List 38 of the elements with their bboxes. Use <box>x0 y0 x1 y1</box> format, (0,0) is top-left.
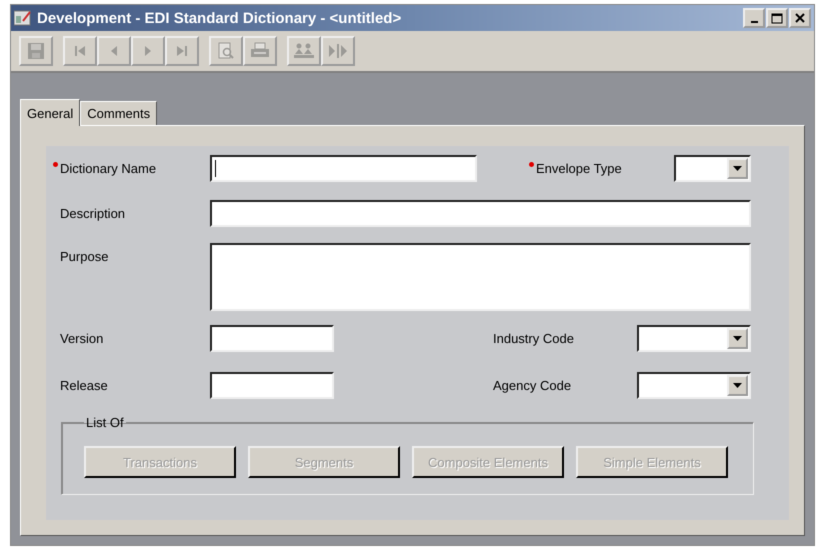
field-label: Release <box>60 378 108 393</box>
tab[interactable]: General <box>20 99 80 126</box>
window-title: Development - EDI Standard Dictionary - <untitled> <box>37 10 402 26</box>
tab[interactable]: Comments <box>80 101 158 125</box>
maximize-button[interactable] <box>766 8 788 28</box>
dropdown-arrow-icon <box>733 166 742 171</box>
dropdown-field[interactable] <box>637 325 751 352</box>
printer-icon <box>250 42 270 60</box>
dropdown-arrow-icon <box>733 336 742 341</box>
release-field[interactable] <box>210 372 334 399</box>
next-record-icon <box>143 44 153 58</box>
minimize-button[interactable] <box>743 8 765 28</box>
field-label: Dictionary Name <box>60 161 156 176</box>
field-label: Envelope Type <box>536 161 622 176</box>
print-preview-icon <box>217 42 235 60</box>
dropdown-field[interactable] <box>637 372 751 399</box>
field-label: Version <box>60 331 104 346</box>
people-icon <box>293 42 315 60</box>
dropdown-arrow-icon <box>733 383 742 388</box>
dropdown-field[interactable] <box>674 155 751 182</box>
dictionary-name-field[interactable] <box>210 155 477 182</box>
field-label: Description <box>60 206 126 221</box>
previous-record-icon <box>109 44 119 58</box>
field-label: Agency Code <box>493 378 572 393</box>
last-record-icon <box>176 44 188 58</box>
app-icon <box>14 10 32 26</box>
field-label: Purpose <box>60 249 108 264</box>
first-record-icon <box>74 44 86 58</box>
description-field[interactable] <box>210 200 751 227</box>
field-label: Industry Code <box>493 331 574 346</box>
minimize-icon <box>750 21 758 23</box>
maximize-icon <box>771 12 783 24</box>
purpose-field[interactable] <box>210 243 751 311</box>
group-title: List Of <box>85 415 125 430</box>
close-icon <box>795 13 805 23</box>
close-button[interactable] <box>789 8 811 28</box>
version-field[interactable] <box>210 325 334 352</box>
split-arrows-icon <box>328 43 348 59</box>
